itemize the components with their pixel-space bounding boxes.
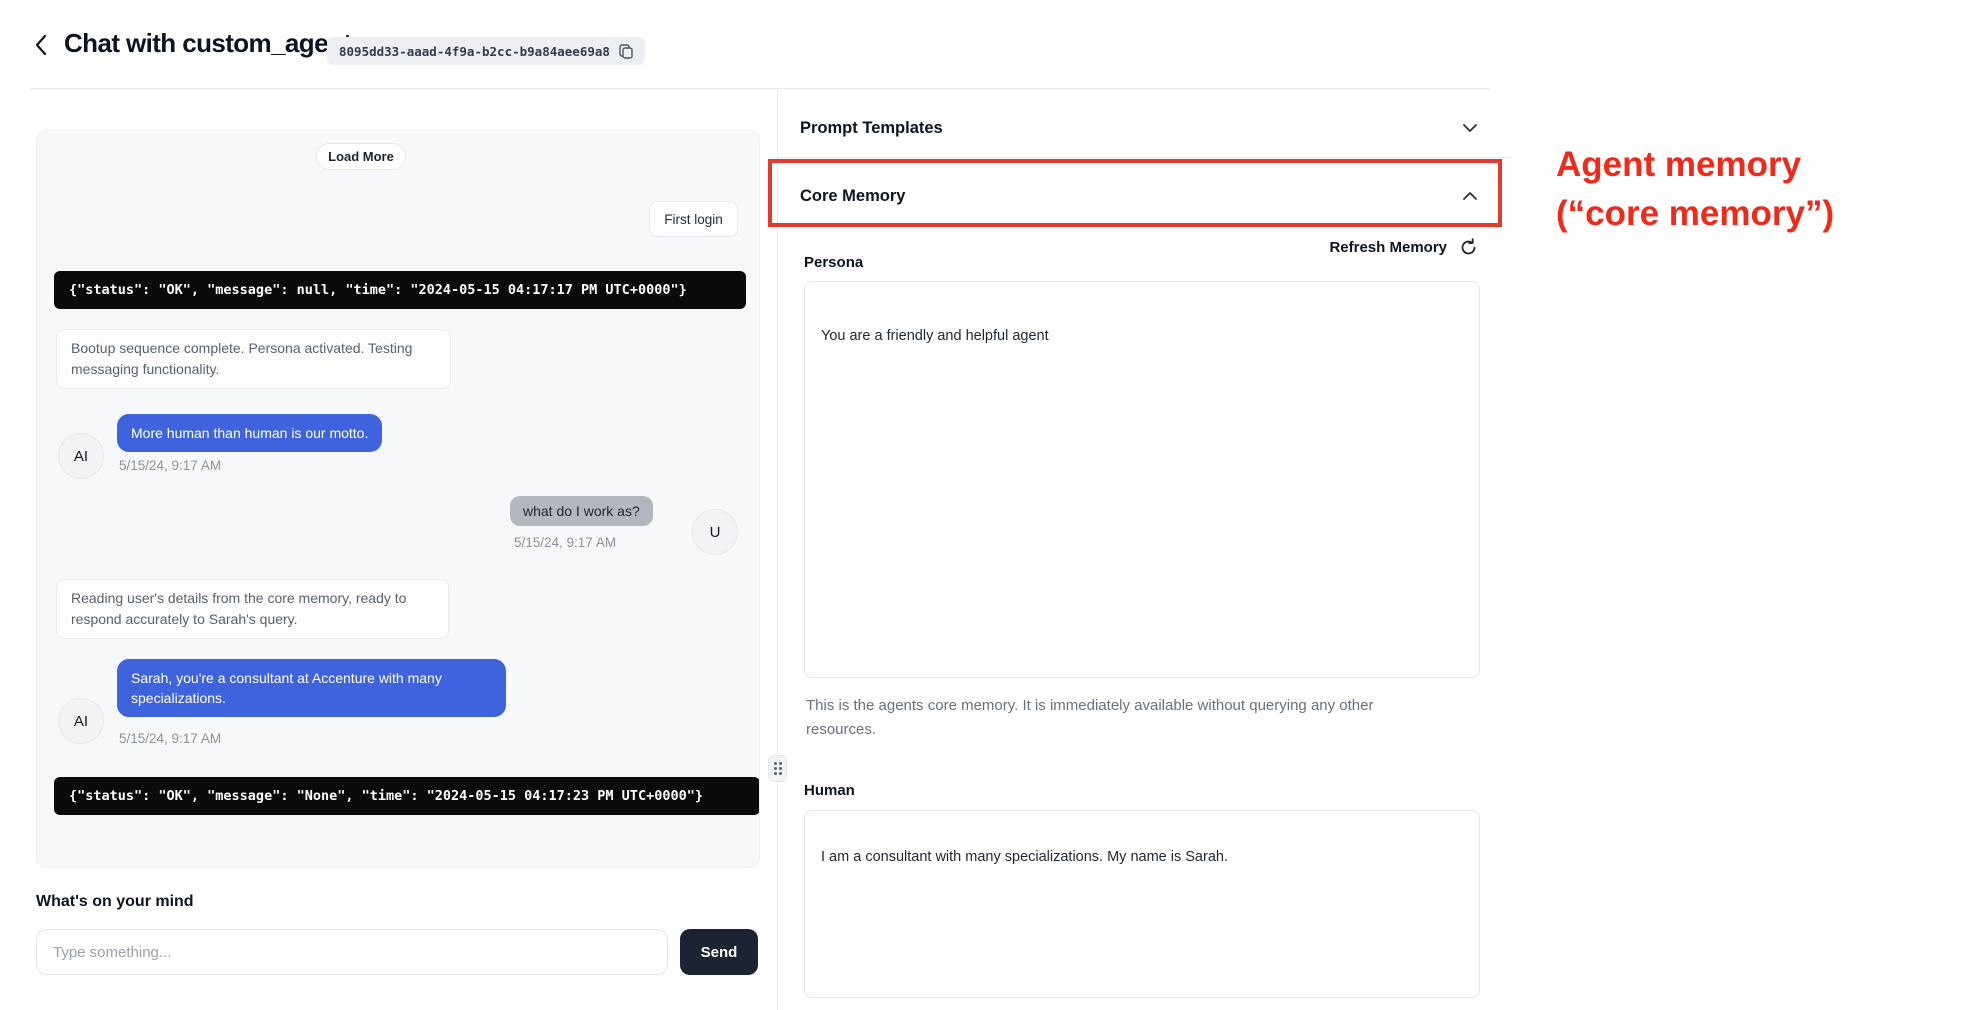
refresh-icon: [1459, 238, 1478, 257]
panel-divider: [777, 89, 778, 1010]
status-message: {"status": "OK", "message": null, "time"…: [54, 271, 746, 309]
panel-resize-handle[interactable]: [768, 755, 787, 782]
message-timestamp: 5/15/24, 9:17 AM: [514, 535, 616, 550]
ai-message-bubble: More human than human is our motto.: [117, 414, 382, 452]
back-button[interactable]: [30, 32, 52, 58]
refresh-memory-button[interactable]: Refresh Memory: [800, 234, 1478, 260]
page-title: Chat with custom_agent: [64, 28, 351, 59]
annotation-line-2: (“core memory”): [1556, 189, 1976, 238]
composer-heading: What's on your mind: [36, 893, 194, 911]
persona-textarea[interactable]: You are a friendly and helpful agent: [804, 281, 1480, 678]
system-message: Bootup sequence complete. Persona activa…: [56, 329, 451, 389]
send-button[interactable]: Send: [680, 929, 758, 975]
ai-avatar: AI: [58, 698, 104, 744]
message-timestamp: 5/15/24, 9:17 AM: [119, 731, 221, 746]
user-avatar: U: [692, 509, 738, 555]
core-memory-description: This is the agents core memory. It is im…: [806, 694, 1403, 742]
prompt-templates-label: Prompt Templates: [800, 119, 943, 138]
chevron-up-icon: [1462, 191, 1478, 201]
message-input[interactable]: [36, 929, 668, 975]
copy-icon[interactable]: [619, 44, 633, 59]
annotation-text: Agent memory (“core memory”): [1556, 140, 1976, 238]
human-textarea[interactable]: I am a consultant with many specializati…: [804, 810, 1480, 998]
chevron-down-icon: [1462, 123, 1478, 133]
load-more-button[interactable]: Load More: [316, 143, 406, 170]
message-timestamp: 5/15/24, 9:17 AM: [119, 458, 221, 473]
ai-message-bubble: Sarah, you're a consultant at Accenture …: [117, 659, 506, 717]
core-memory-label: Core Memory: [800, 187, 905, 206]
status-message: {"status": "OK", "message": "None", "tim…: [54, 777, 760, 815]
header-divider: [30, 88, 1490, 89]
refresh-memory-label: Refresh Memory: [1329, 239, 1447, 256]
agent-id-badge[interactable]: 8095dd33-aaad-4f9a-b2cc-b9a84aee69a8: [327, 37, 645, 65]
ai-avatar: AI: [58, 433, 104, 479]
human-label: Human: [804, 782, 855, 799]
annotation-line-1: Agent memory: [1556, 140, 1976, 189]
user-message-bubble: what do I work as?: [510, 496, 653, 526]
system-message: Reading user's details from the core mem…: [56, 579, 449, 639]
agent-id-value: 8095dd33-aaad-4f9a-b2cc-b9a84aee69a8: [339, 44, 610, 59]
core-memory-section-header[interactable]: Core Memory: [800, 176, 1478, 216]
drag-dots-icon: [774, 762, 782, 775]
first-login-badge: First login: [649, 201, 738, 237]
chat-transcript-panel: Load More First login {"status": "OK", "…: [36, 130, 760, 868]
section-divider: [778, 157, 1510, 158]
persona-label: Persona: [804, 254, 863, 271]
chevron-left-icon: [34, 34, 48, 56]
prompt-templates-section-header[interactable]: Prompt Templates: [800, 108, 1478, 148]
